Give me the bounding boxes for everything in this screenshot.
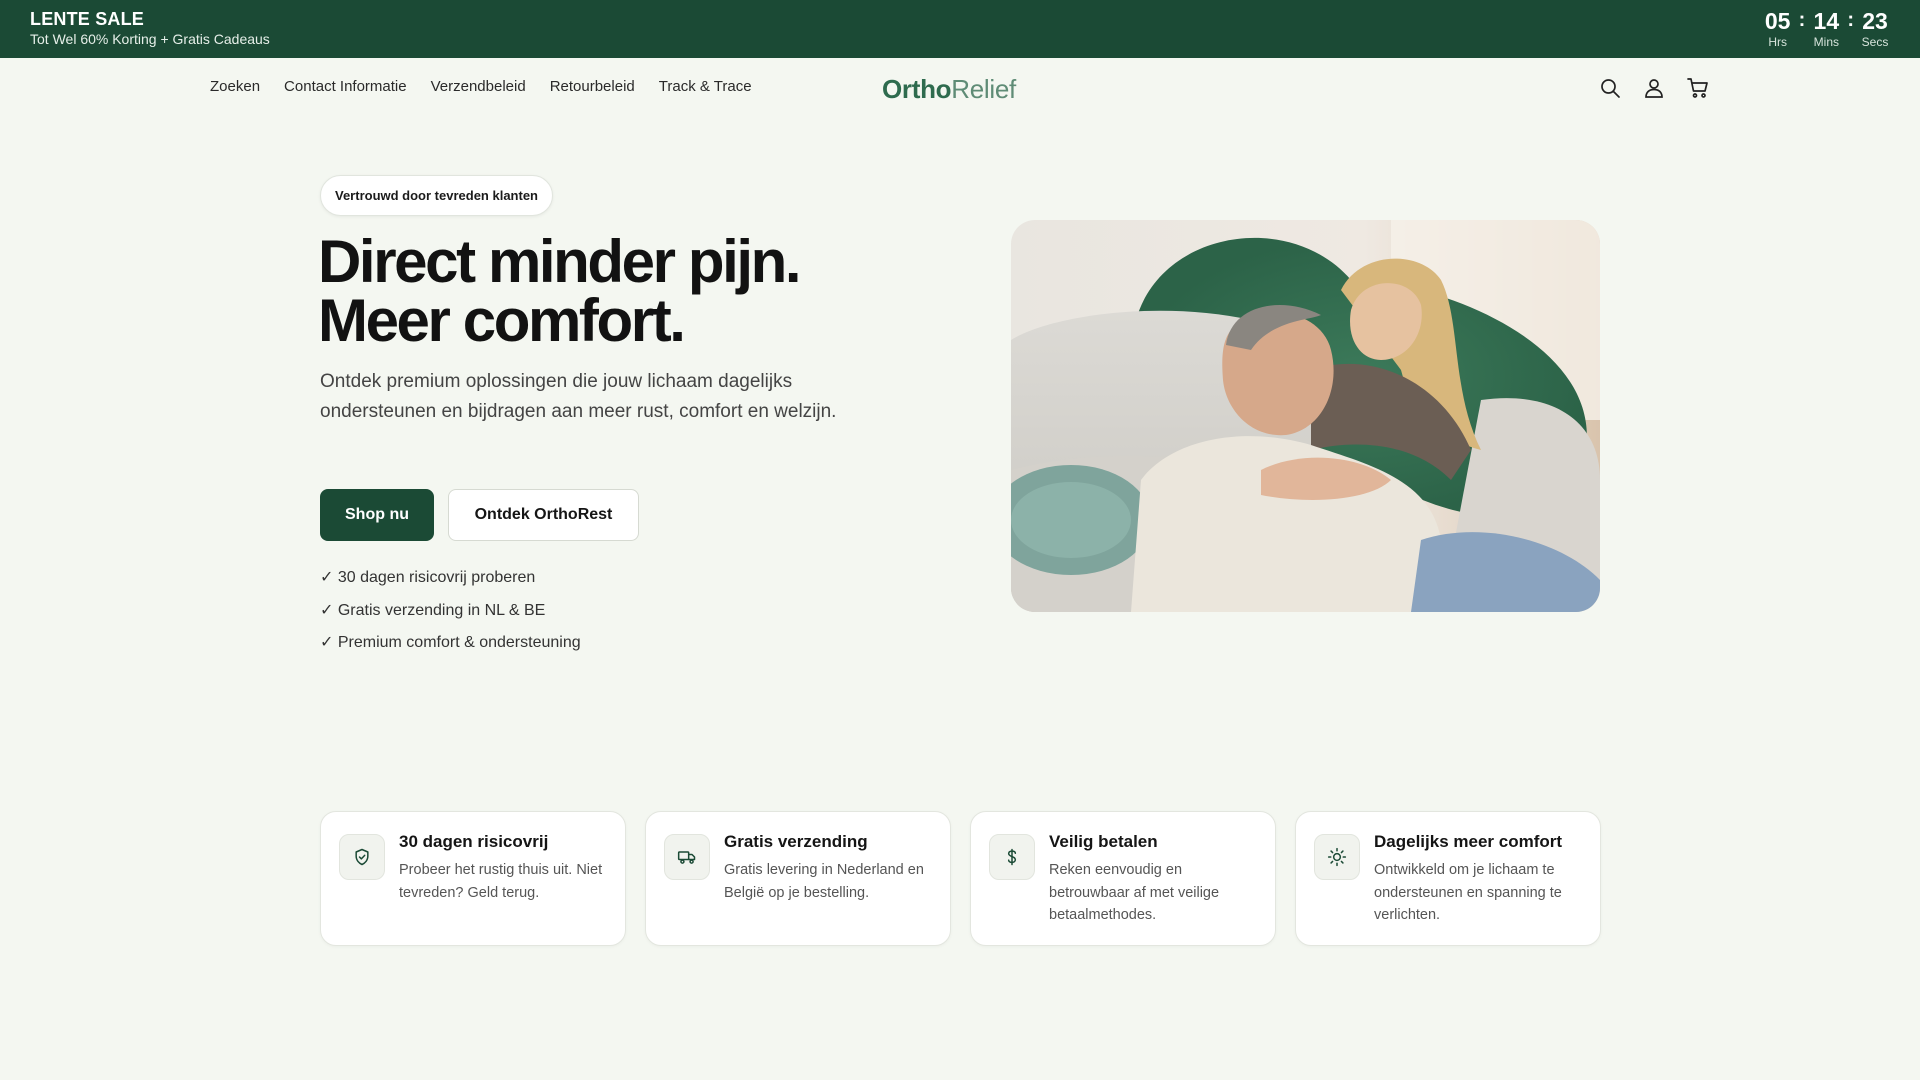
countdown-seconds-label: Secs	[1861, 35, 1889, 49]
benefit-item: ✓ 30 dagen risicovrij proberen	[320, 569, 536, 586]
countdown-hours-value: 05	[1764, 8, 1791, 34]
shield-check-icon	[339, 834, 385, 880]
feature-title: Dagelijks meer comfort	[1374, 832, 1563, 851]
countdown-seconds-value: 23	[1862, 8, 1888, 34]
announcement-subtitle: Tot Wel 60% Korting + Gratis Cadeaus	[30, 31, 270, 47]
main-nav: Zoeken Contact Informatie Verzendbeleid …	[210, 78, 752, 95]
hero-title-line-2: Meer comfort.	[318, 287, 686, 354]
countdown-seconds: 23 Secs	[1860, 8, 1890, 49]
logo-bold-part: Ortho	[882, 74, 952, 104]
sun-icon	[1314, 834, 1360, 880]
feature-title: Veilig betalen	[1049, 832, 1158, 851]
cart-icon[interactable]	[1686, 76, 1710, 100]
shop-now-button[interactable]: Shop nu	[320, 489, 434, 541]
hero-image	[1011, 220, 1600, 612]
feature-text: Ontwikkeld om je lichaam te ondersteunen…	[1374, 862, 1562, 923]
countdown-separator: :	[1798, 9, 1806, 31]
countdown-hours: 05 Hrs	[1763, 8, 1793, 49]
feature-card-secure-payment: Veilig betalen Reken eenvoudig en betrou…	[970, 811, 1276, 946]
nav-link-contact[interactable]: Contact Informatie	[284, 78, 407, 95]
nav-link-retourbeleid[interactable]: Retourbeleid	[550, 78, 635, 95]
account-icon[interactable]	[1642, 76, 1666, 100]
feature-title: 30 dagen risicovrij	[399, 832, 549, 851]
nav-link-zoeken[interactable]: Zoeken	[210, 78, 260, 95]
hero-title-line-1: Direct minder pijn.	[318, 228, 802, 295]
feature-card-daily-comfort: Dagelijks meer comfort Ontwikkeld om je …	[1295, 811, 1601, 946]
feature-card-free-shipping: Gratis verzending Gratis levering in Ned…	[645, 811, 951, 946]
discover-orthorest-button[interactable]: Ontdek OrthoRest	[448, 489, 639, 541]
countdown-separator: :	[1847, 9, 1854, 31]
dollar-icon	[989, 834, 1035, 880]
countdown-minutes: 14 Mins	[1811, 8, 1841, 49]
benefits-list: ✓ 30 dagen risicovrij proberen ✓ Gratis …	[320, 568, 581, 666]
truck-icon	[664, 834, 710, 880]
nav-link-track-trace[interactable]: Track & Trace	[659, 78, 752, 95]
header-actions	[1598, 76, 1710, 100]
countdown-minutes-label: Mins	[1813, 35, 1839, 49]
benefit-item: ✓ Gratis verzending in NL & BE	[320, 601, 546, 619]
benefit-item: ✓ Premium comfort & ondersteuning	[320, 634, 581, 651]
hero-description: Ontdek premium oplossingen die jouw lich…	[320, 371, 837, 422]
feature-card-risk-free: 30 dagen risicovrij Probeer het rustig t…	[320, 811, 626, 946]
feature-text: Gratis levering in Nederland en België o…	[724, 862, 924, 901]
announcement-bar: LENTE SALE Tot Wel 60% Korting + Gratis …	[0, 0, 1920, 58]
search-icon[interactable]	[1598, 76, 1622, 100]
feature-text: Probeer het rustig thuis uit. Niet tevre…	[399, 862, 603, 901]
logo-light-part: Relief	[951, 74, 1016, 104]
countdown-minutes-value: 14	[1813, 8, 1840, 34]
announcement-title: LENTE SALE	[30, 9, 145, 29]
countdown-hours-label: Hrs	[1768, 35, 1787, 49]
feature-title: Gratis verzending	[724, 832, 868, 851]
hero-title: Direct minder pijn. Meer comfort.	[318, 228, 802, 354]
nav-link-verzendbeleid[interactable]: Verzendbeleid	[431, 78, 526, 95]
feature-cards: 30 dagen risicovrij Probeer het rustig t…	[320, 811, 1601, 946]
countdown-timer: 05 Hrs : 14 Mins : 23 Secs	[1763, 8, 1890, 49]
trust-badge: Vertrouwd door tevreden klanten	[320, 175, 553, 216]
site-logo[interactable]: OrthoRelief	[882, 74, 1016, 105]
feature-text: Reken eenvoudig en betrouwbaar af met ve…	[1049, 862, 1220, 923]
